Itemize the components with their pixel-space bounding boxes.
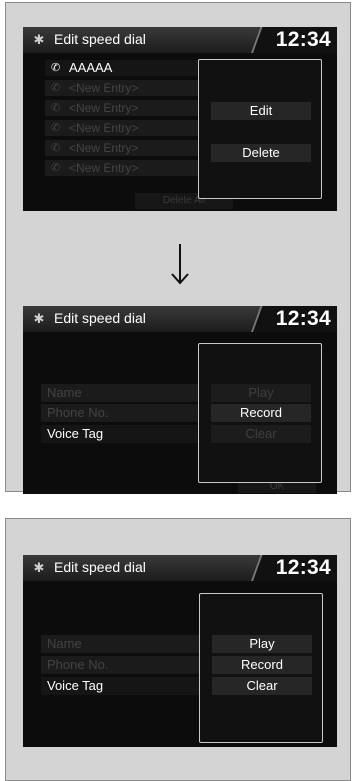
phone-icon: ✆ — [51, 142, 61, 154]
screen-header: ✱ Edit speed dial 12:34 — [23, 555, 337, 581]
voice-tag-popup: Play Record Clear — [198, 343, 322, 483]
clear-button[interactable]: Clear — [212, 677, 312, 695]
list-item[interactable]: ✆ <New Entry> — [45, 80, 219, 96]
phone-icon: ✆ — [51, 122, 61, 134]
field-voice-tag[interactable]: Voice Tag — [41, 425, 201, 443]
screen-title: Edit speed dial — [54, 31, 146, 47]
record-button[interactable]: Record — [212, 656, 312, 674]
entry-label: <New Entry> — [69, 121, 139, 135]
list-item[interactable]: ✆ <New Entry> — [45, 140, 219, 156]
screen-title: Edit speed dial — [54, 310, 146, 326]
arrow-down-icon — [171, 244, 189, 285]
voice-tag-popup: Play Record Clear — [199, 593, 323, 743]
screen-title: Edit speed dial — [54, 559, 146, 575]
entry-label: AAAAA — [69, 60, 113, 75]
options-popup: Edit Delete — [198, 59, 322, 199]
clock: 12:34 — [275, 307, 331, 330]
edit-button[interactable]: Edit — [211, 102, 311, 120]
phone-icon: ✆ — [51, 62, 61, 74]
screen-header: ✱ Edit speed dial 12:34 — [23, 27, 337, 53]
field-name[interactable]: Name — [41, 635, 201, 653]
field-name[interactable]: Name — [41, 384, 201, 402]
screen-speed-dial-list: ✱ Edit speed dial 12:34 ✆ AAAAA ✆ <New E… — [23, 27, 337, 211]
field-voice-tag[interactable]: Voice Tag — [41, 677, 201, 695]
phone-icon: ✆ — [51, 102, 61, 114]
phone-icon: ✆ — [51, 162, 61, 174]
list-item[interactable]: ✆ <New Entry> — [45, 120, 219, 136]
entry-label: <New Entry> — [69, 81, 139, 95]
record-button[interactable]: Record — [211, 404, 311, 422]
gear-icon: ✱ — [33, 560, 45, 575]
gear-icon: ✱ — [33, 311, 45, 326]
play-button[interactable]: Play — [212, 635, 312, 653]
list-item[interactable]: ✆ <New Entry> — [45, 100, 219, 116]
delete-button[interactable]: Delete — [211, 144, 311, 162]
field-phone-no[interactable]: Phone No. — [41, 404, 201, 422]
entry-label: <New Entry> — [69, 141, 139, 155]
screen-entry-options-recorded: ✱ Edit speed dial 12:34 Name Phone No. V… — [23, 555, 337, 747]
field-phone-no[interactable]: Phone No. — [41, 656, 201, 674]
clock: 12:34 — [275, 556, 331, 579]
gear-icon: ✱ — [33, 32, 45, 47]
list-item[interactable]: ✆ AAAAA — [45, 60, 219, 76]
screen-entry-options: ✱ Edit speed dial 12:34 Name Phone No. V… — [23, 306, 337, 494]
screen-header: ✱ Edit speed dial 12:34 — [23, 306, 337, 332]
entry-label: <New Entry> — [69, 101, 139, 115]
play-button[interactable]: Play — [211, 384, 311, 402]
entry-label: <New Entry> — [69, 161, 139, 175]
clear-button[interactable]: Clear — [211, 425, 311, 443]
phone-icon: ✆ — [51, 82, 61, 94]
list-item[interactable]: ✆ <New Entry> — [45, 160, 219, 176]
clock: 12:34 — [275, 28, 331, 51]
